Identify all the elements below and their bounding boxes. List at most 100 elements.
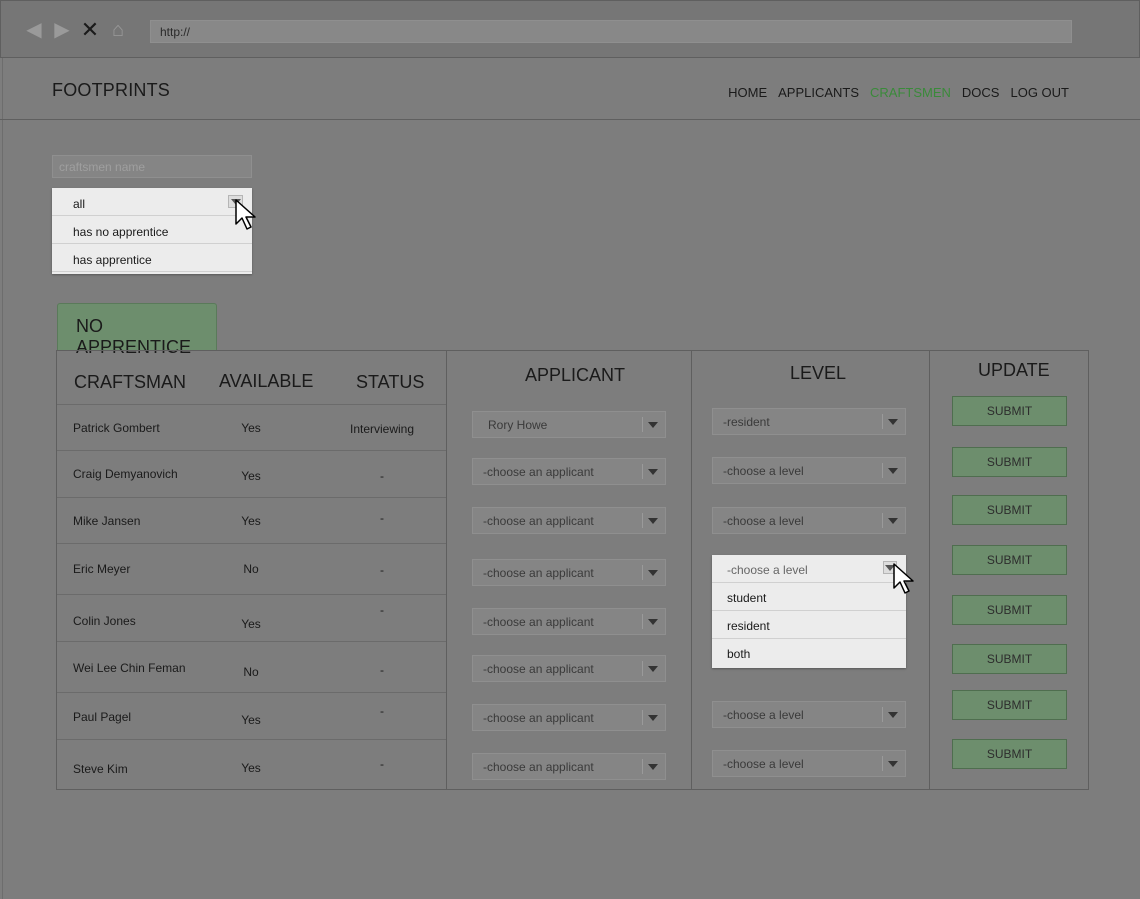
nav-log-out[interactable]: LOG OUT	[1010, 85, 1069, 100]
browser-toolbar: ◀ ▶ ✕ ⌂ http://	[0, 0, 1140, 58]
applicant-select-value: -choose an applicant	[483, 514, 594, 528]
level-option-student[interactable]: student	[712, 583, 906, 611]
craftsman-name: Mike Jansen	[73, 514, 141, 528]
nav-applicants[interactable]: APPLICANTS	[778, 85, 859, 100]
submit-button[interactable]: SUBMIT	[952, 495, 1067, 525]
submit-button[interactable]: SUBMIT	[952, 447, 1067, 477]
craftsman-name: Colin Jones	[73, 614, 136, 628]
header-available: AVAILABLE	[219, 371, 314, 391]
app-header: FOOTPRINTS HOME APPLICANTS CRAFTSMEN DOC…	[0, 58, 1140, 120]
browser-nav-icons: ◀ ▶ ✕ ⌂	[23, 19, 129, 41]
applicant-select[interactable]: -choose an applicant	[472, 753, 666, 780]
level-dropdown-open[interactable]: -choose a level student resident both	[712, 555, 906, 668]
available-value: No	[243, 665, 259, 679]
applicant-select[interactable]: -choose an applicant	[472, 608, 666, 635]
applicant-select-value: -choose an applicant	[483, 615, 594, 629]
column-divider	[691, 350, 692, 790]
applicant-select-value: -choose an applicant	[483, 760, 594, 774]
tab-no-apprentice[interactable]: NO APPRENTICE	[57, 303, 217, 357]
applicant-select-value: Rory Howe	[488, 418, 548, 432]
row-divider	[57, 692, 446, 693]
craftsman-name: Wei Lee Chin Feman	[73, 661, 186, 675]
filter-option-all[interactable]: all	[52, 188, 252, 216]
level-select[interactable]: -choose a level	[712, 701, 906, 728]
header-level: LEVEL	[790, 363, 847, 383]
row-divider	[57, 739, 446, 740]
status-value: -	[380, 757, 384, 771]
level-select-value: -choose a level	[723, 757, 804, 771]
mouse-cursor-icon	[235, 199, 256, 230]
mouse-cursor-icon	[893, 563, 914, 594]
applicant-select-value: -choose an applicant	[483, 711, 594, 725]
available-value: Yes	[241, 421, 261, 435]
available-value: Yes	[241, 713, 261, 727]
status-value: -	[380, 663, 384, 677]
chevron-down-icon	[642, 661, 662, 676]
status-value: Interviewing	[349, 422, 415, 436]
level-select[interactable]: -resident	[712, 408, 906, 435]
applicant-select-value: -choose an applicant	[483, 465, 594, 479]
craftsman-name: Steve Kim	[73, 762, 128, 776]
status-value: -	[380, 704, 384, 718]
level-dropdown-current-label: -choose a level	[727, 563, 808, 577]
arrow-right-icon[interactable]: ▶	[51, 19, 73, 41]
level-option-resident[interactable]: resident	[712, 611, 906, 639]
submit-button[interactable]: SUBMIT	[952, 545, 1067, 575]
level-option-both[interactable]: both	[712, 639, 906, 667]
header-craftsman: CRAFTSMAN	[74, 372, 186, 392]
column-divider	[446, 350, 447, 790]
chevron-down-icon	[642, 417, 662, 432]
applicant-select[interactable]: -choose an applicant	[472, 655, 666, 682]
level-select-value: -resident	[723, 415, 770, 429]
filter-option-has-apprentice[interactable]: has apprentice	[52, 244, 252, 272]
chevron-down-icon	[882, 513, 902, 528]
url-bar[interactable]: http://	[150, 20, 1072, 43]
chevron-down-icon	[642, 759, 662, 774]
row-divider	[57, 450, 446, 451]
craftsman-name: Craig Demyanovich	[73, 467, 178, 481]
status-value: -	[380, 511, 384, 525]
brand-logo: FOOTPRINTS	[52, 80, 170, 100]
home-icon[interactable]: ⌂	[107, 19, 129, 41]
nav-home[interactable]: HOME	[728, 85, 767, 100]
applicant-select[interactable]: -choose an applicant	[472, 458, 666, 485]
submit-button[interactable]: SUBMIT	[952, 595, 1067, 625]
nav-craftsmen[interactable]: CRAFTSMEN	[870, 85, 951, 100]
submit-button[interactable]: SUBMIT	[952, 396, 1067, 426]
craftsman-name: Eric Meyer	[73, 562, 131, 576]
status-value: -	[380, 563, 384, 577]
available-value: Yes	[241, 514, 261, 528]
craftsmen-search-input[interactable]: craftsmen name	[52, 155, 252, 178]
level-select[interactable]: -choose a level	[712, 457, 906, 484]
frame-border	[2, 58, 3, 899]
craftsman-name: Paul Pagel	[73, 710, 132, 724]
available-value: Yes	[241, 617, 261, 631]
submit-button[interactable]: SUBMIT	[952, 690, 1067, 720]
applicant-select[interactable]: Rory Howe	[472, 411, 666, 438]
level-dropdown-current[interactable]: -choose a level	[712, 555, 906, 583]
level-select[interactable]: -choose a level	[712, 750, 906, 777]
column-divider	[929, 350, 930, 790]
chevron-down-icon	[642, 614, 662, 629]
status-value: -	[380, 603, 384, 617]
applicant-select[interactable]: -choose an applicant	[472, 704, 666, 731]
arrow-left-icon[interactable]: ◀	[23, 19, 45, 41]
applicant-select[interactable]: -choose an applicant	[472, 507, 666, 534]
apprentice-filter-dropdown[interactable]: all has no apprentice has apprentice	[52, 188, 252, 274]
submit-button[interactable]: SUBMIT	[952, 644, 1067, 674]
chevron-down-icon	[642, 565, 662, 580]
submit-button[interactable]: SUBMIT	[952, 739, 1067, 769]
close-icon[interactable]: ✕	[79, 19, 101, 41]
applicant-select-value: -choose an applicant	[483, 662, 594, 676]
craftsman-name: Patrick Gombert	[73, 421, 160, 435]
level-select-value: -choose a level	[723, 514, 804, 528]
chevron-down-icon	[882, 707, 902, 722]
applicant-select[interactable]: -choose an applicant	[472, 559, 666, 586]
filter-option-no-apprentice[interactable]: has no apprentice	[52, 216, 252, 244]
level-select[interactable]: -choose a level	[712, 507, 906, 534]
chevron-down-icon	[642, 710, 662, 725]
nav-docs[interactable]: DOCS	[962, 85, 1000, 100]
header-status: STATUS	[356, 372, 425, 392]
chevron-down-icon	[882, 463, 902, 478]
status-value: -	[380, 469, 384, 483]
